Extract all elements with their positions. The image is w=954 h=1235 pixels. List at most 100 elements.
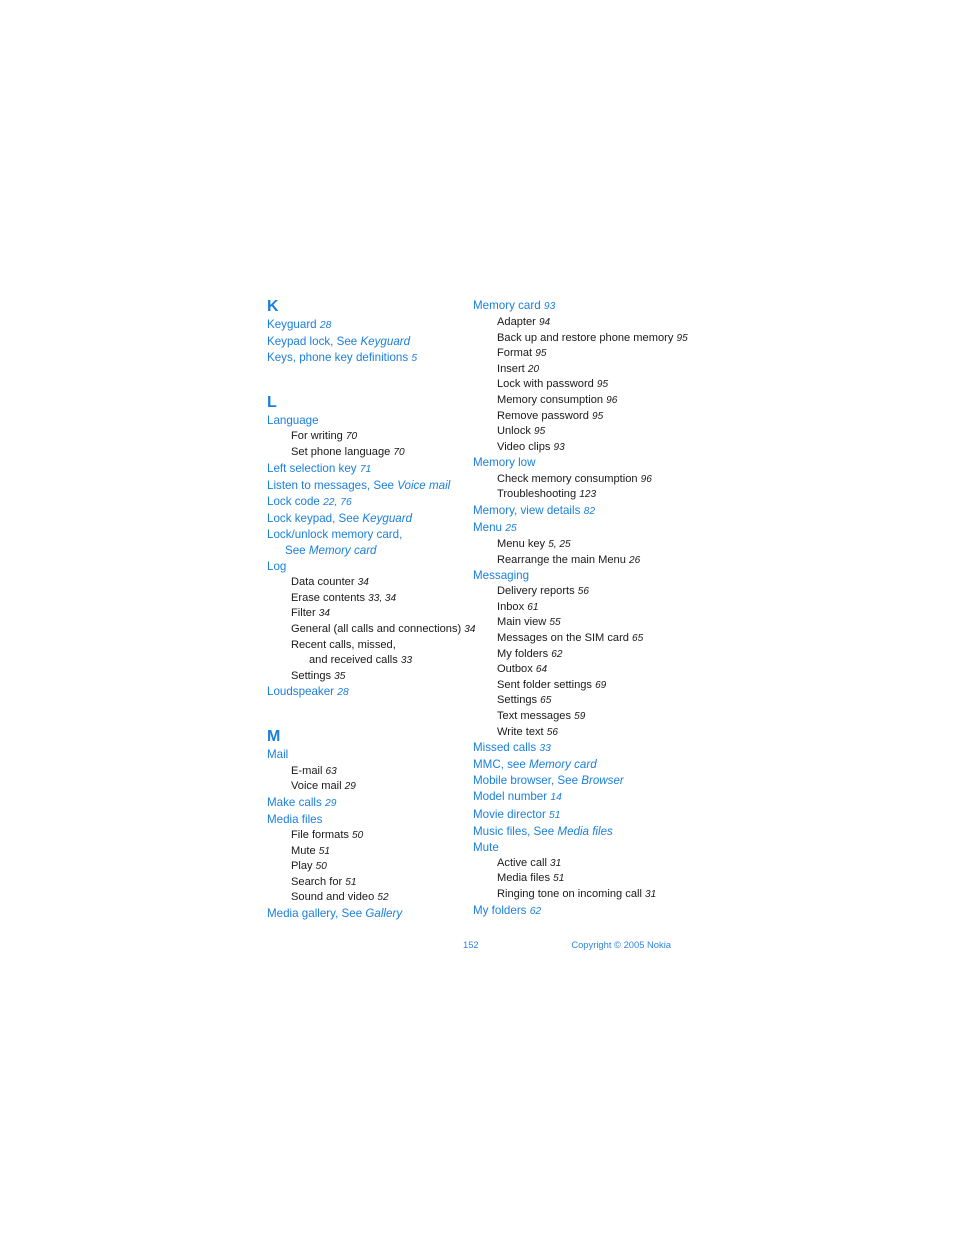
index-cross-reference[interactable]: Voice mail	[397, 479, 450, 492]
index-entry-messaging[interactable]: Messaging	[473, 568, 687, 584]
index-page-reference[interactable]: 63	[326, 766, 337, 777]
index-page-reference[interactable]: 56	[578, 586, 589, 597]
index-entry-keyguard[interactable]: Keyguard 28	[267, 317, 473, 334]
index-page-reference[interactable]: 22, 76	[323, 497, 352, 508]
index-page-reference[interactable]: 64	[536, 664, 547, 675]
index-page-reference[interactable]: 56	[547, 727, 558, 738]
index-page-reference[interactable]: 34	[358, 577, 369, 588]
index-entry-media-gallery-see[interactable]: Media gallery, See Gallery	[267, 906, 473, 922]
index-page-reference[interactable]: 35	[334, 671, 345, 682]
index-subentry-delivery-reports: Delivery reports 56	[473, 584, 687, 600]
index-page-reference[interactable]: 52	[377, 892, 388, 903]
index-entry-memory-card[interactable]: Memory card 93	[473, 298, 687, 315]
index-page-reference[interactable]: 51	[553, 873, 564, 884]
index-page-reference[interactable]: 26	[629, 555, 640, 566]
index-entry-log[interactable]: Log	[267, 559, 473, 575]
index-cross-reference[interactable]: Memory card	[309, 544, 377, 557]
index-entry-loudspeaker[interactable]: Loudspeaker 28	[267, 684, 473, 701]
index-entry-see[interactable]: See Memory card	[267, 543, 473, 559]
index-page-reference[interactable]: 96	[606, 395, 617, 406]
index-page-reference[interactable]: 29	[325, 798, 336, 809]
index-entry-mute[interactable]: Mute	[473, 840, 687, 856]
index-page-reference[interactable]: 33	[539, 743, 550, 754]
index-page-reference[interactable]: 96	[641, 474, 652, 485]
index-entry-label: Menu	[473, 520, 506, 534]
index-entry-lock-unlock-memory-card[interactable]: Lock/unlock memory card,	[267, 527, 473, 543]
index-page-reference[interactable]: 95	[534, 426, 545, 437]
index-page-reference[interactable]: 70	[393, 447, 404, 458]
index-entry-mail[interactable]: Mail	[267, 747, 473, 763]
index-entry-lock-code[interactable]: Lock code 22, 76	[267, 494, 473, 511]
index-entry-label: E-mail	[291, 764, 326, 777]
index-page-reference[interactable]: 82	[584, 506, 595, 517]
index-page-reference[interactable]: 31	[550, 858, 561, 869]
index-cross-reference[interactable]: Keyguard	[362, 512, 412, 525]
index-subentry-remove-password: Remove password 95	[473, 409, 687, 425]
index-page-reference[interactable]: 95	[597, 379, 608, 390]
index-entry-lock-keypad-see[interactable]: Lock keypad, See Keyguard	[267, 511, 473, 527]
index-page-reference[interactable]: 51	[319, 846, 330, 857]
index-page-reference[interactable]: 95	[592, 411, 603, 422]
index-cross-reference[interactable]: Gallery	[365, 907, 402, 920]
index-page-reference[interactable]: 123	[579, 489, 596, 500]
index-page-reference[interactable]: 34	[319, 608, 330, 619]
index-entry-label: Movie director	[473, 807, 550, 821]
index-page-reference[interactable]: 28	[320, 320, 331, 331]
index-cross-reference[interactable]: Keyguard	[360, 335, 410, 348]
index-page-reference[interactable]: 51	[549, 810, 560, 821]
index-page-reference[interactable]: 93	[554, 442, 565, 453]
index-page-reference[interactable]: 70	[346, 431, 357, 442]
index-entry-media-files[interactable]: Media files	[267, 812, 473, 828]
index-entry-keypad-lock-see[interactable]: Keypad lock, See Keyguard	[267, 334, 473, 350]
index-entry-label: Memory, view details	[473, 503, 584, 517]
index-entry-memory-low[interactable]: Memory low	[473, 455, 687, 471]
index-page-reference[interactable]: 94	[539, 317, 550, 328]
index-entry-mobile-browser-see[interactable]: Mobile browser, See Browser	[473, 773, 687, 789]
index-cross-reference[interactable]: Media files	[557, 825, 612, 838]
index-page-reference[interactable]: 28	[337, 687, 348, 698]
index-subentry-media-files: Media files 51	[473, 871, 687, 887]
index-subentry-settings: Settings 35	[267, 669, 473, 685]
index-cross-reference[interactable]: Memory card	[529, 758, 597, 771]
index-page-reference[interactable]: 71	[360, 464, 371, 475]
index-page-reference[interactable]: 5, 25	[548, 539, 570, 550]
index-page-reference[interactable]: 25	[505, 523, 516, 534]
index-cross-reference[interactable]: Browser	[581, 774, 624, 787]
index-entry-label: Video clips	[497, 440, 554, 453]
index-entry-my-folders[interactable]: My folders 62	[473, 903, 687, 920]
index-entry-make-calls[interactable]: Make calls 29	[267, 795, 473, 812]
index-entry-music-files-see[interactable]: Music files, See Media files	[473, 824, 687, 840]
index-page-reference[interactable]: 50	[352, 830, 363, 841]
index-page-reference[interactable]: 33	[401, 655, 412, 666]
index-page-reference[interactable]: 14	[550, 792, 561, 803]
index-page-reference[interactable]: 59	[574, 711, 585, 722]
index-page-reference[interactable]: 62	[530, 906, 541, 917]
index-entry-listen-to-messages-see[interactable]: Listen to messages, See Voice mail	[267, 478, 473, 494]
index-page-reference[interactable]: 55	[549, 617, 560, 628]
index-page-reference[interactable]: 69	[595, 680, 606, 691]
index-page-reference[interactable]: 62	[551, 649, 562, 660]
index-page-reference[interactable]: 65	[632, 633, 643, 644]
index-entry-keys-phone-key-definitions[interactable]: Keys, phone key definitions 5	[267, 350, 473, 367]
index-entry-missed-calls[interactable]: Missed calls 33	[473, 740, 687, 757]
index-page-reference[interactable]: 95	[535, 348, 546, 359]
index-entry-language[interactable]: Language	[267, 413, 473, 429]
index-entry-memory-view-details[interactable]: Memory, view details 82	[473, 503, 687, 520]
index-page-reference[interactable]: 29	[345, 781, 356, 792]
index-page-reference[interactable]: 51	[345, 877, 356, 888]
index-page-reference[interactable]: 20	[528, 364, 539, 375]
index-entry-left-selection-key[interactable]: Left selection key 71	[267, 461, 473, 478]
index-page-reference[interactable]: 65	[540, 695, 551, 706]
index-entry-menu[interactable]: Menu 25	[473, 520, 687, 537]
index-entry-mmc-see[interactable]: MMC, see Memory card	[473, 757, 687, 773]
index-entry-movie-director[interactable]: Movie director 51	[473, 807, 687, 824]
index-entry-label: Back up and restore phone memory	[497, 331, 677, 344]
index-page-reference[interactable]: 50	[316, 861, 327, 872]
index-page-reference[interactable]: 61	[527, 602, 538, 613]
index-entry-model-number[interactable]: Model number 14	[473, 789, 687, 806]
index-page-reference[interactable]: 93	[544, 301, 555, 312]
index-page-reference[interactable]: 95	[676, 333, 687, 344]
index-page-reference[interactable]: 31	[645, 889, 656, 900]
index-page-reference[interactable]: 5	[411, 353, 417, 364]
index-page-reference[interactable]: 33, 34	[368, 593, 396, 604]
